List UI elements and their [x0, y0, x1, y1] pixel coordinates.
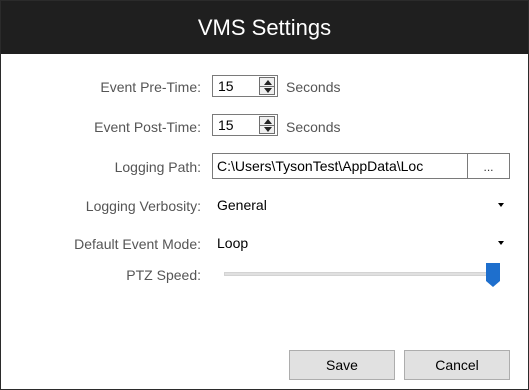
spin-divider	[260, 86, 274, 87]
slider-track[interactable]	[224, 272, 494, 276]
dropdown-caret-icon[interactable]	[498, 241, 504, 245]
pre-time-stepper[interactable]: 15	[212, 75, 278, 97]
ptz-speed-label: PTZ Speed:	[126, 267, 201, 283]
default-event-mode-value[interactable]: Loop	[217, 235, 248, 251]
post-time-spin[interactable]	[259, 116, 275, 134]
spin-divider	[260, 125, 274, 126]
cancel-button[interactable]: Cancel	[404, 350, 510, 380]
dropdown-caret-icon[interactable]	[498, 203, 504, 207]
logging-verbosity-value[interactable]: General	[217, 197, 267, 213]
browse-button[interactable]: ...	[467, 153, 510, 179]
post-time-value[interactable]: 15	[218, 117, 234, 133]
logging-path-value[interactable]: C:\Users\TysonTest\AppData\Loc	[217, 158, 423, 174]
pre-time-label: Event Pre-Time:	[100, 79, 201, 95]
logging-verbosity-select[interactable]: General	[212, 195, 510, 217]
logging-path-label: Logging Path:	[114, 159, 201, 175]
spin-up-icon[interactable]	[264, 119, 272, 124]
slider-thumb[interactable]	[486, 263, 500, 287]
logging-verbosity-label: Logging Verbosity:	[85, 198, 201, 214]
save-button[interactable]: Save	[289, 350, 395, 380]
default-event-mode-select[interactable]: Loop	[212, 233, 510, 255]
settings-window: VMS Settings Event Pre-Time: 15 Seconds …	[0, 0, 529, 390]
ptz-speed-slider[interactable]	[224, 263, 500, 287]
post-time-label: Event Post-Time:	[94, 119, 201, 135]
window-title: VMS Settings	[1, 1, 528, 54]
post-time-unit: Seconds	[286, 119, 341, 135]
default-event-mode-label: Default Event Mode:	[74, 236, 201, 252]
pre-time-spin[interactable]	[259, 77, 275, 95]
spin-up-icon[interactable]	[264, 80, 272, 85]
logging-path-input[interactable]: C:\Users\TysonTest\AppData\Loc	[212, 153, 468, 179]
pre-time-value[interactable]: 15	[218, 78, 234, 94]
spin-down-icon[interactable]	[264, 88, 272, 93]
post-time-stepper[interactable]: 15	[212, 114, 278, 136]
pre-time-unit: Seconds	[286, 79, 341, 95]
spin-down-icon[interactable]	[264, 127, 272, 132]
